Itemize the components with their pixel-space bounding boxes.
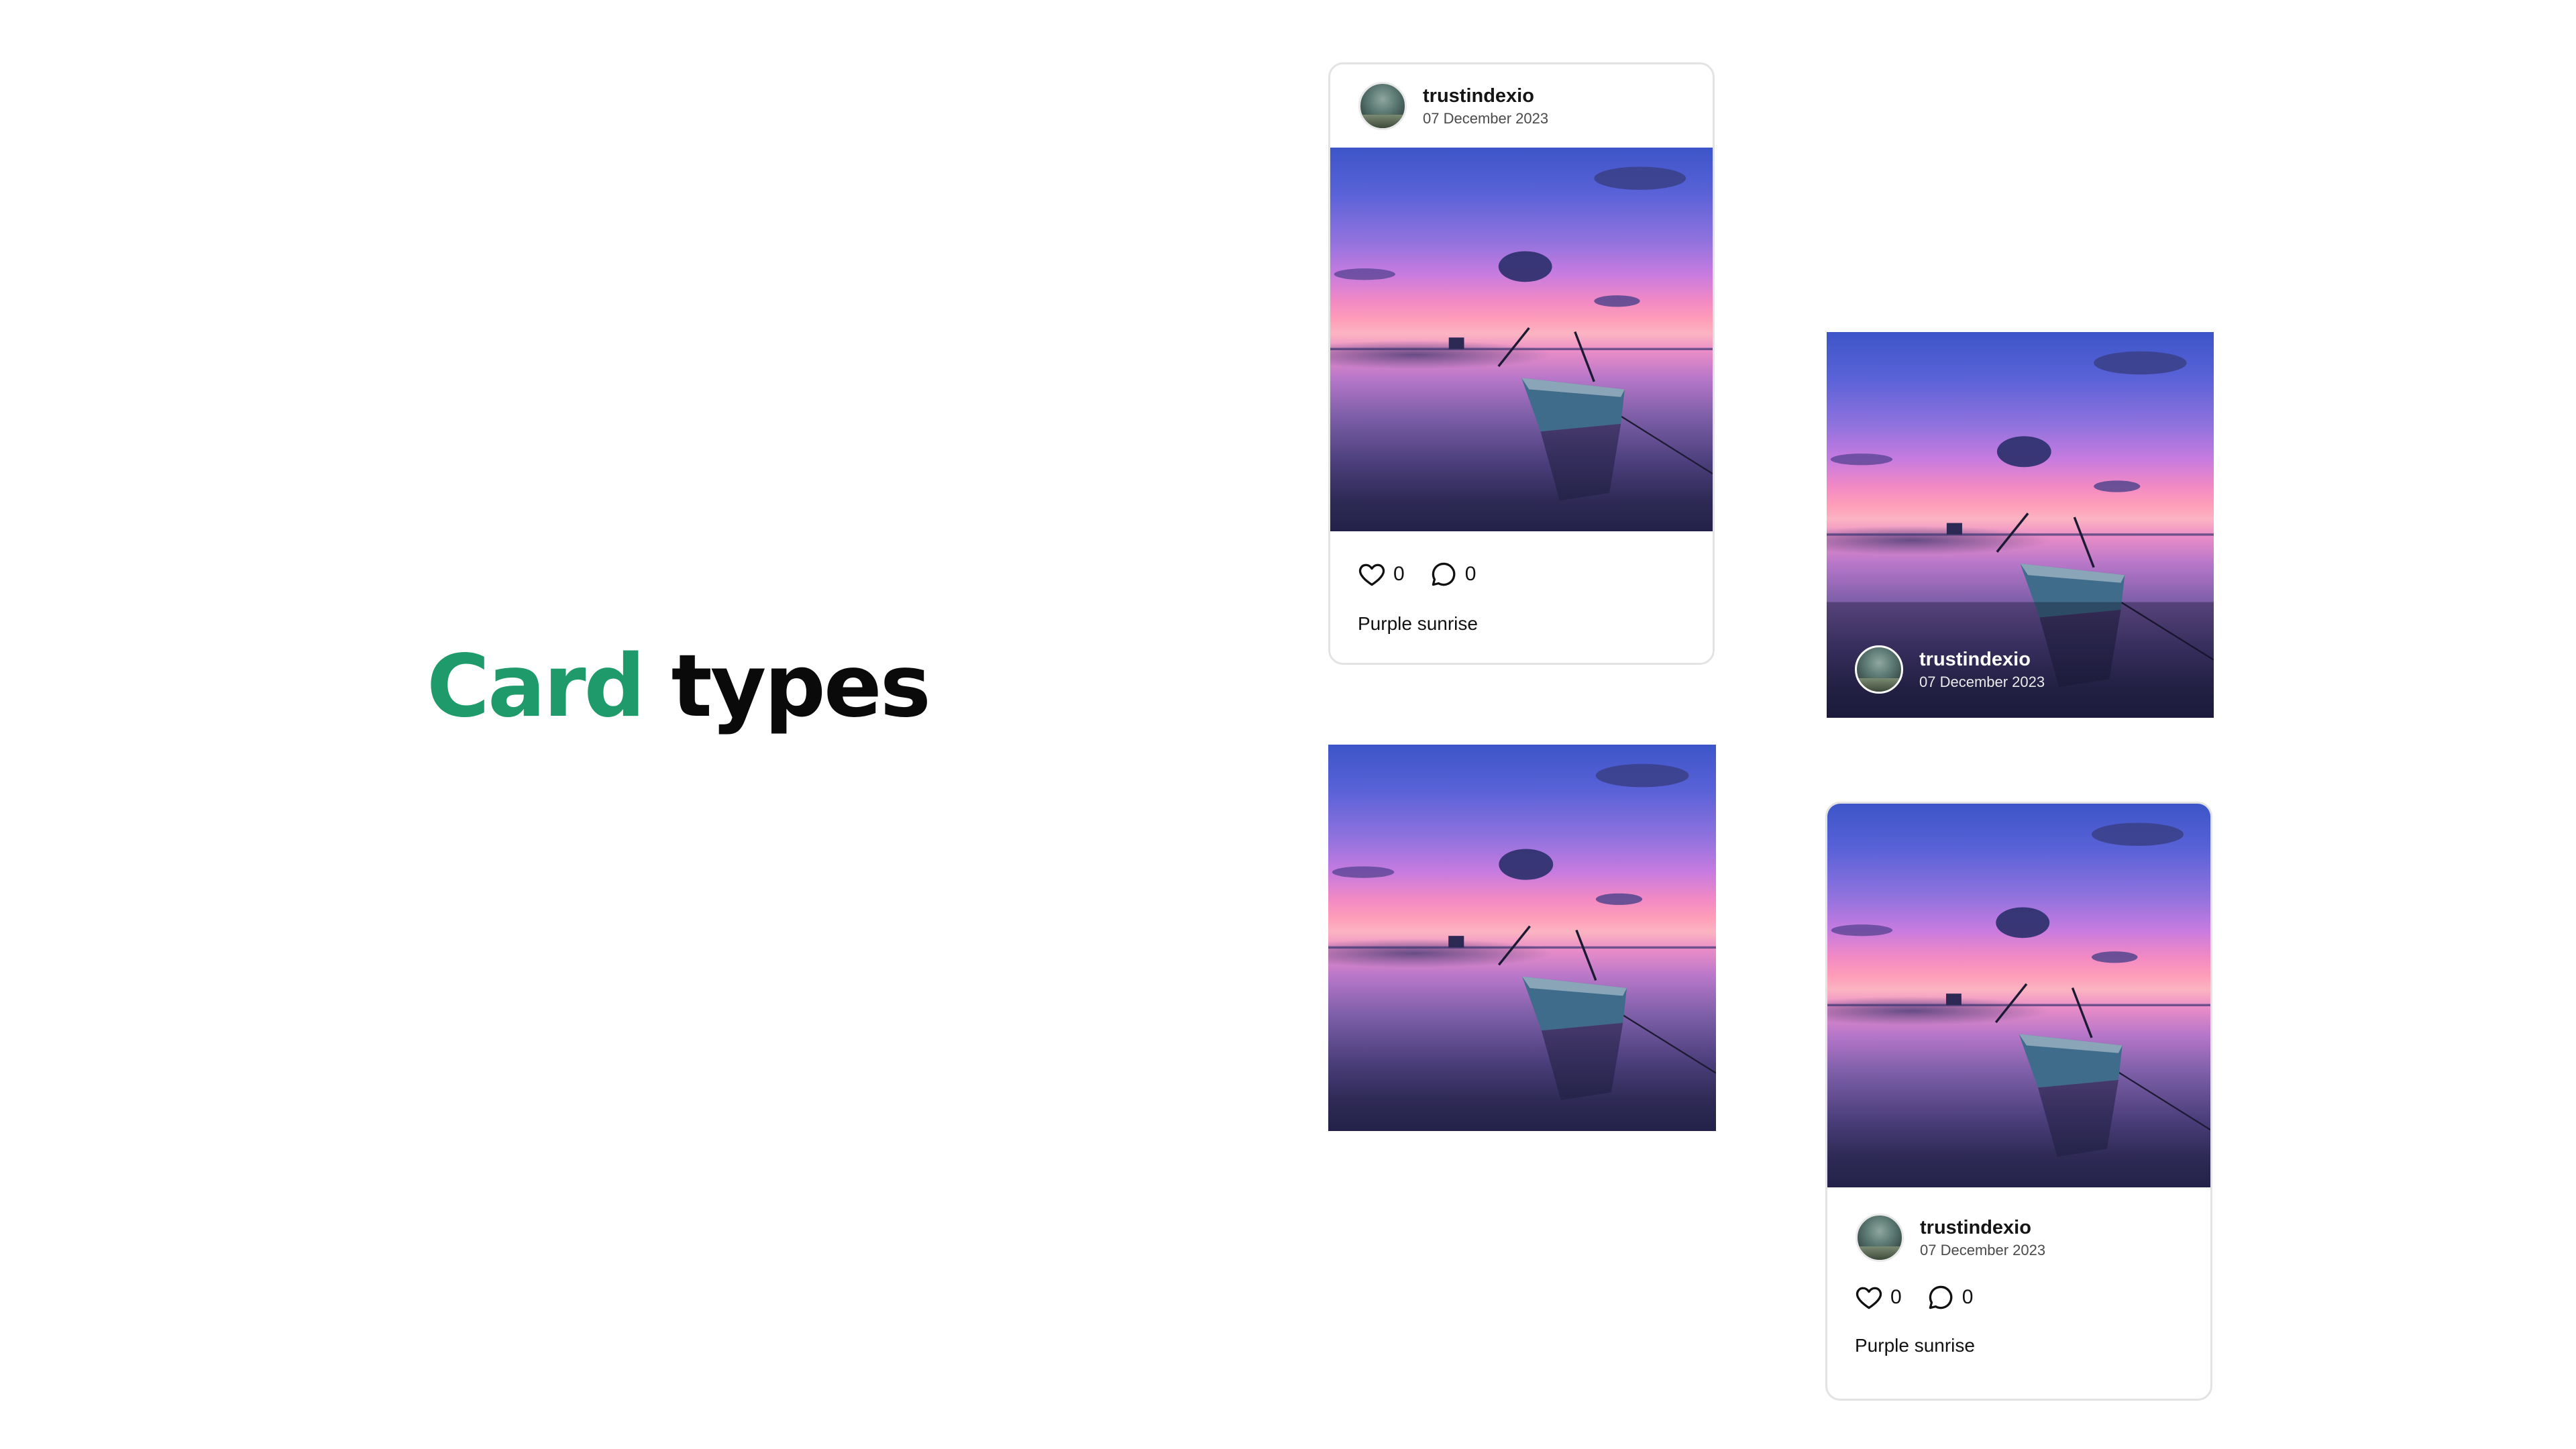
username[interactable]: trustindexio (1423, 85, 1548, 108)
overlay-author: trustindexio 07 December 2023 (1855, 645, 2045, 694)
post-date: 07 December 2023 (1919, 674, 2045, 691)
avatar[interactable] (1358, 82, 1407, 130)
post-meta: trustindexio 07 December 2023 (1920, 1216, 2045, 1260)
post-stats: 0 0 (1330, 559, 1713, 589)
avatar[interactable] (1855, 645, 1903, 694)
likes-count: 0 (1890, 1286, 1902, 1308)
post-meta: trustindexio 07 December 2023 (1423, 85, 1548, 128)
card-classic[interactable]: trustindexio 07 December 2023 0 0 Purple… (1328, 62, 1715, 665)
heart-outline-icon (1358, 564, 1385, 586)
page-heading: Card types (427, 644, 931, 730)
comments-stat[interactable]: 0 (1429, 559, 1477, 589)
card-header: trustindexio 07 December 2023 (1827, 1210, 2210, 1265)
sunrise-boat-image (1328, 763, 1716, 1100)
heading-accent-word: Card (427, 637, 645, 737)
post-photo[interactable] (1827, 804, 2210, 1187)
card-header: trustindexio 07 December 2023 (1330, 64, 1713, 148)
sunrise-boat-image (1827, 822, 2210, 1157)
card-detailed[interactable]: trustindexio 07 December 2023 0 0 Purple… (1825, 802, 2212, 1401)
post-date: 07 December 2023 (1920, 1242, 2046, 1259)
likes-stat[interactable]: 0 (1357, 559, 1405, 589)
heading-rest-word: types (643, 637, 931, 737)
post-date: 07 December 2023 (1423, 110, 1549, 127)
sunrise-boat-image (1330, 166, 1713, 501)
post-photo[interactable] (1330, 148, 1713, 531)
post-photo[interactable]: trustindexio 07 December 2023 (1827, 332, 2214, 718)
post-caption: Purple sunrise (1855, 1335, 1975, 1356)
post-stats: 0 0 (1827, 1283, 2210, 1312)
post-photo[interactable] (1328, 745, 1716, 1131)
avatar[interactable] (1856, 1214, 1904, 1262)
likes-stat[interactable]: 0 (1854, 1283, 1902, 1312)
speech-bubble-outline-icon (1929, 1285, 1953, 1309)
comments-count: 0 (1464, 563, 1477, 585)
likes-count: 0 (1393, 563, 1405, 585)
comments-count: 0 (1962, 1286, 1974, 1308)
comments-stat[interactable]: 0 (1926, 1283, 1974, 1312)
speech-bubble-outline-icon (1432, 562, 1456, 586)
card-image-only[interactable] (1328, 745, 1716, 1131)
username[interactable]: trustindexio (1919, 648, 2045, 672)
post-caption: Purple sunrise (1358, 613, 1478, 634)
card-overlay[interactable]: trustindexio 07 December 2023 (1827, 332, 2214, 718)
heart-outline-icon (1856, 1287, 1882, 1309)
username[interactable]: trustindexio (1920, 1216, 2045, 1240)
post-meta: trustindexio 07 December 2023 (1919, 648, 2045, 692)
